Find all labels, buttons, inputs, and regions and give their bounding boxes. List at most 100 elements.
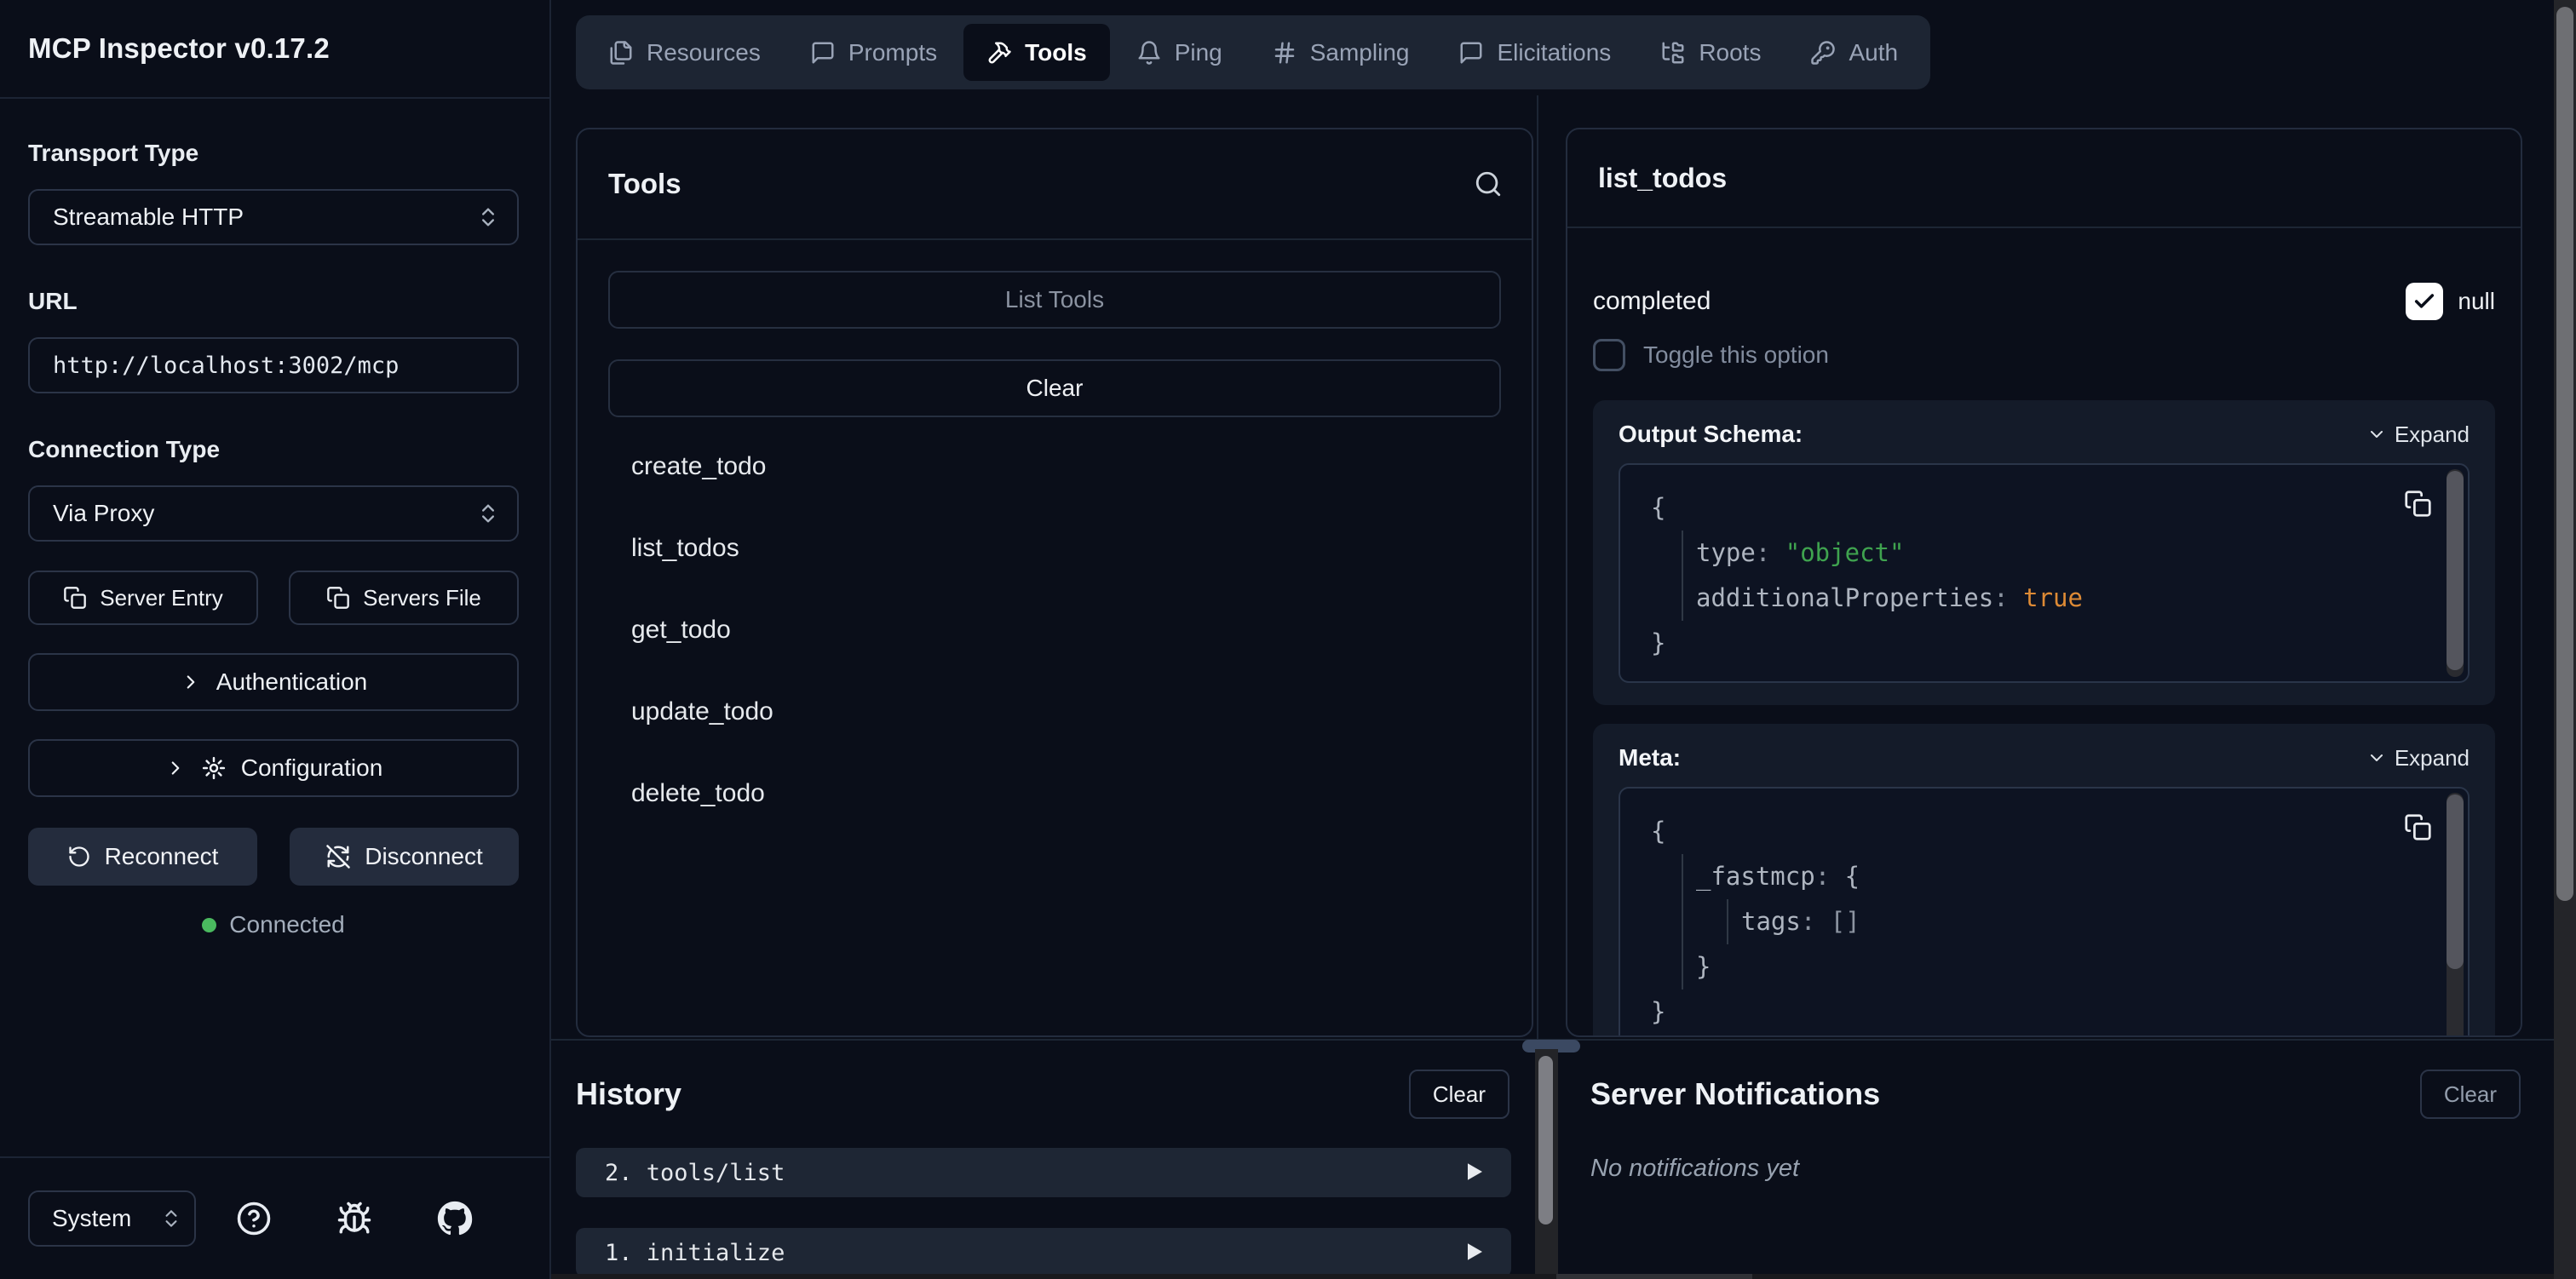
servers-file-label: Servers File (363, 585, 481, 611)
connection-status: Connected (28, 911, 519, 938)
tool-item-create_todo[interactable]: create_todo (608, 426, 1501, 508)
output-schema-expand-button[interactable]: Expand (2366, 422, 2470, 448)
chevron-right-icon (164, 757, 187, 779)
tab-roots[interactable]: Roots (1637, 24, 1784, 81)
code-line: } (1651, 621, 2374, 666)
tab-ping[interactable]: Ping (1113, 24, 1245, 81)
theme-select[interactable]: System (28, 1190, 196, 1247)
tab-label: Tools (1025, 39, 1087, 66)
history-row[interactable]: 1. initialize (576, 1228, 1511, 1277)
folder-tree-icon (1660, 40, 1686, 66)
tab-prompts[interactable]: Prompts (787, 24, 960, 81)
servers-file-button[interactable]: Servers File (289, 571, 519, 625)
key-icon (1810, 40, 1836, 66)
reconnect-label: Reconnect (105, 843, 219, 870)
tab-label: Auth (1849, 39, 1898, 66)
tab-label: Elicitations (1497, 39, 1611, 66)
chevrons-up-down-icon (476, 502, 500, 525)
tab-auth[interactable]: Auth (1787, 24, 1921, 81)
configuration-label: Configuration (241, 754, 383, 782)
authentication-label: Authentication (216, 668, 367, 696)
notifications-clear-button[interactable]: Clear (2420, 1070, 2521, 1119)
tab-resources[interactable]: Resources (585, 24, 784, 81)
history-row-label: 1. initialize (605, 1240, 785, 1266)
github-icon[interactable] (437, 1201, 473, 1236)
history-scrollbar[interactable] (1535, 1049, 1558, 1279)
tool-item-delete_todo[interactable]: delete_todo (608, 753, 1501, 835)
toggle-checkbox[interactable] (1593, 339, 1625, 371)
tab-elicitations[interactable]: Elicitations (1435, 24, 1634, 81)
horizontal-scrollbar[interactable] (551, 1274, 2554, 1279)
history-title: History (576, 1076, 681, 1112)
tab-label: Resources (647, 39, 761, 66)
no-notifications-text: No notifications yet (1590, 1155, 2554, 1183)
transport-type-value: Streamable HTTP (53, 204, 244, 231)
help-circle-icon[interactable] (236, 1201, 272, 1236)
output-schema-section: Output Schema: Expand {type: "object"add… (1593, 400, 2495, 705)
copy-icon (326, 586, 350, 610)
chevrons-up-down-icon (160, 1207, 182, 1230)
history-clear-button[interactable]: Clear (1409, 1070, 1509, 1119)
history-row[interactable]: 2. tools/list (576, 1148, 1511, 1197)
meta-expand-button[interactable]: Expand (2366, 745, 2470, 771)
copy-icon (63, 586, 87, 610)
code-scrollbar[interactable] (2447, 793, 2464, 1037)
copy-icon[interactable] (2404, 487, 2432, 515)
tool-item-get_todo[interactable]: get_todo (608, 589, 1501, 671)
tool-item-update_todo[interactable]: update_todo (608, 671, 1501, 753)
sidebar-footer: System (0, 1156, 549, 1279)
clear-tools-button[interactable]: Clear (608, 359, 1501, 417)
gear-icon (201, 755, 227, 781)
code-scrollbar[interactable] (2447, 469, 2464, 677)
hash-icon (1272, 40, 1297, 66)
scrollbar-thumb[interactable] (1556, 1274, 1752, 1279)
param-name: completed (1593, 287, 1711, 316)
bug-icon[interactable] (336, 1201, 372, 1236)
output-schema-code: {type: "object"additionalProperties: tru… (1619, 463, 2470, 683)
theme-value: System (52, 1205, 131, 1232)
code-line: { (1651, 809, 2374, 854)
url-label: URL (28, 288, 519, 315)
code-line: } (1651, 944, 2374, 989)
code-line: type: "object" (1651, 531, 2374, 576)
url-value: http://localhost:3002/mcp (53, 353, 399, 379)
expand-triangle-icon (1468, 1240, 1482, 1266)
reconnect-button[interactable]: Reconnect (28, 828, 257, 886)
search-icon[interactable] (1474, 169, 1503, 198)
server-entry-label: Server Entry (100, 585, 223, 611)
server-notifications-panel: Server Notifications Clear No notificati… (1561, 1049, 2554, 1279)
tool-item-list_todos[interactable]: list_todos (608, 508, 1501, 589)
connection-type-value: Via Proxy (53, 500, 154, 527)
chevron-down-icon (2366, 748, 2387, 768)
transport-type-select[interactable]: Streamable HTTP (28, 189, 519, 245)
sidebar-header: MCP Inspector v0.17.2 (0, 0, 549, 99)
scrollbar-thumb[interactable] (2556, 7, 2573, 901)
copy-icon[interactable] (2404, 811, 2432, 839)
chevron-right-icon (180, 671, 202, 693)
null-label: null (2458, 288, 2495, 315)
scrollbar-thumb[interactable] (1538, 1056, 1553, 1225)
pane-separator[interactable] (1537, 95, 1538, 1039)
tab-label: Roots (1699, 39, 1761, 66)
output-schema-title: Output Schema: (1619, 421, 1803, 448)
disconnect-label: Disconnect (365, 843, 483, 870)
null-checkbox[interactable] (2406, 283, 2443, 320)
authentication-button[interactable]: Authentication (28, 653, 519, 711)
tab-label: Ping (1175, 39, 1222, 66)
connection-type-select[interactable]: Via Proxy (28, 485, 519, 542)
url-input[interactable]: http://localhost:3002/mcp (28, 337, 519, 393)
tab-tools[interactable]: Tools (963, 24, 1110, 81)
hammer-icon (986, 40, 1012, 66)
server-entry-button[interactable]: Server Entry (28, 571, 258, 625)
disconnect-button[interactable]: Disconnect (290, 828, 519, 886)
tools-panel-title: Tools (608, 168, 681, 200)
message-square-icon (810, 40, 836, 66)
tab-sampling[interactable]: Sampling (1249, 24, 1433, 81)
window-scrollbar[interactable] (2554, 0, 2576, 1279)
code-line: additionalProperties: true (1651, 576, 2374, 621)
refresh-off-icon (325, 844, 351, 869)
chevrons-up-down-icon (476, 205, 500, 229)
configuration-button[interactable]: Configuration (28, 739, 519, 797)
list-tools-button[interactable]: List Tools (608, 271, 1501, 329)
main-content: Resources Prompts Tools Ping Sampling Elicita… (551, 0, 2576, 1279)
